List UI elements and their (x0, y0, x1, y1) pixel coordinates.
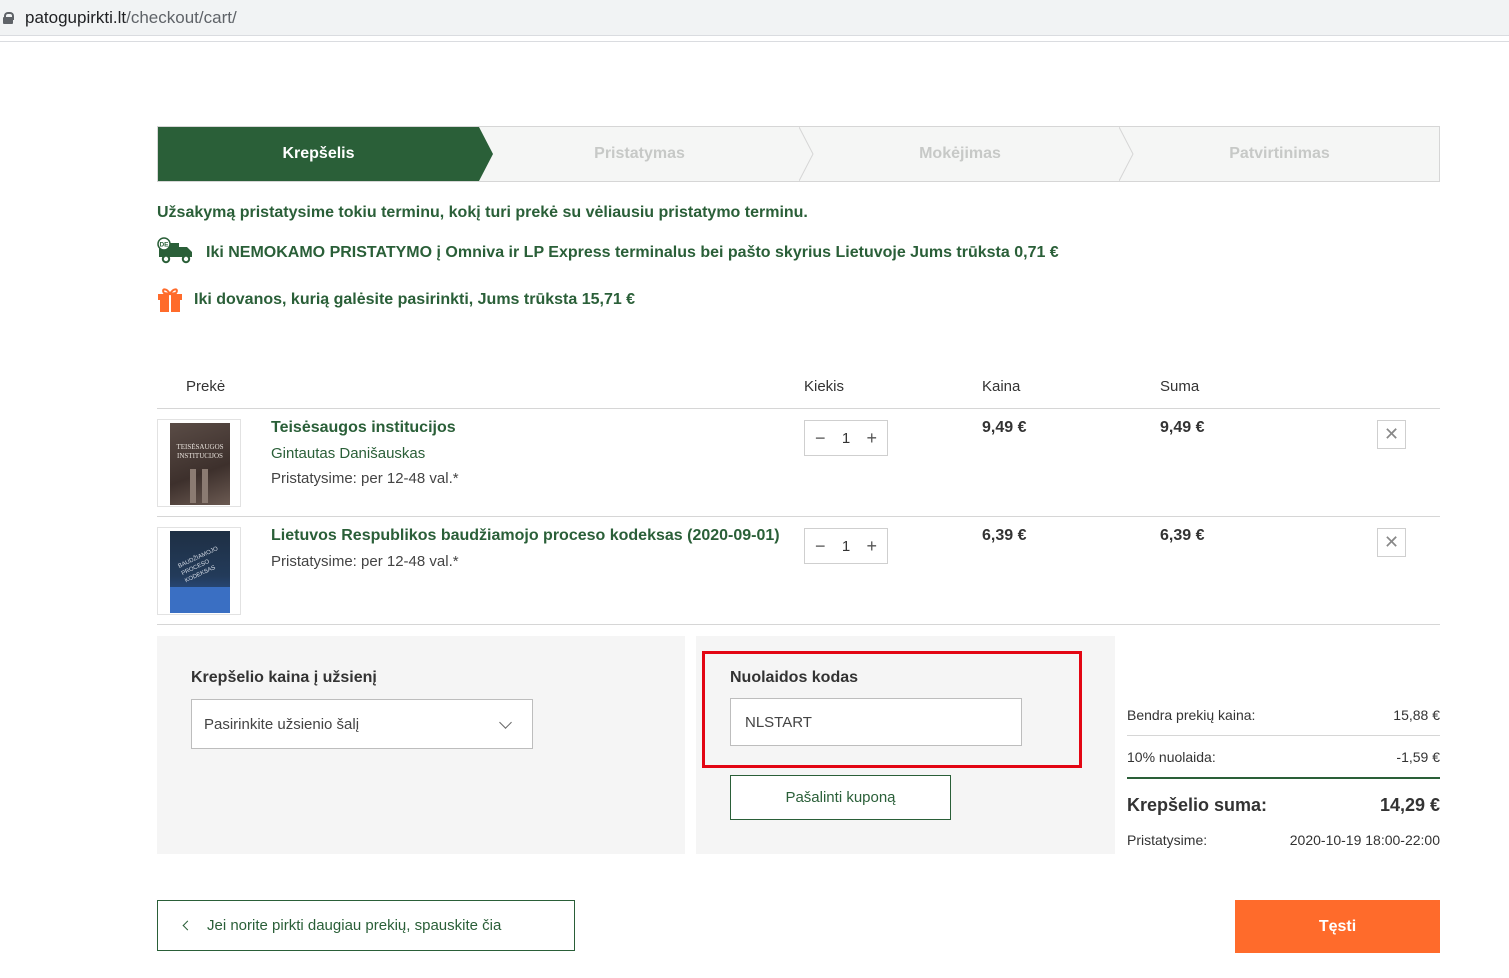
remove-item-button[interactable]: ✕ (1377, 528, 1406, 557)
discount-row-label: 10% nuolaida: (1127, 748, 1216, 765)
increase-quantity-button[interactable]: + (866, 428, 877, 449)
remove-coupon-button[interactable]: Pašalinti kuponą (730, 775, 951, 820)
summary-delivery-value: 2020-10-19 18:00-22:00 (1289, 832, 1440, 848)
continue-shopping-label: Jei norite pirkti daugiau prekių, spausk… (207, 917, 502, 934)
gift-promo: Iki dovanos, kurią galėsite pasirinkti, … (157, 285, 635, 313)
continue-shopping-button[interactable]: Jei norite pirkti daugiau prekių, spausk… (157, 900, 575, 951)
decrease-quantity-button[interactable]: − (815, 428, 826, 449)
unit-price: 6,39 € (982, 527, 1027, 544)
step-payment: Mokėjimas (919, 145, 1001, 162)
country-select[interactable]: Pasirinkite užsienio šalį (191, 699, 533, 749)
product-title[interactable]: Teisėsaugos institucijos (271, 419, 456, 437)
subtotal-value: 15,88 € (1393, 706, 1440, 723)
lock-icon (3, 12, 14, 24)
cover-pillar (202, 469, 208, 503)
cover-title: TEISĖSAUGOS INSTITUCIJOS (176, 443, 224, 460)
header-divider (0, 41, 1509, 42)
step-cart[interactable]: Krepšelis (158, 127, 493, 181)
quantity-stepper: − 1 + (804, 420, 888, 456)
url-host: patogupirkti.lt (25, 7, 127, 27)
unit-price: 9,49 € (982, 419, 1027, 436)
cover-stripe (170, 587, 230, 613)
header-qty: Kiekis (804, 378, 845, 395)
quantity-stepper: − 1 + (804, 528, 888, 564)
quantity-value[interactable]: 1 (842, 538, 850, 555)
product-title[interactable]: Lietuvos Respublikos baudžiamojo proceso… (271, 527, 780, 545)
increase-quantity-button[interactable]: + (866, 536, 877, 557)
discount-code-input[interactable] (730, 698, 1022, 746)
chevron-down-icon (499, 716, 512, 729)
product-delivery: Pristatysime: per 12-48 val.* (271, 470, 459, 487)
product-author[interactable]: Gintautas Danišauskas (271, 445, 425, 462)
total-label: Krepšelio suma: (1127, 794, 1268, 815)
free-delivery-promo: DE Iki NEMOKAMO PRISTATYMO į Omniva ir L… (157, 237, 1059, 265)
subtotal-label: Bendra prekių kaina: (1127, 706, 1256, 723)
subtotal-row: Bendra prekių kaina: 15,88 € (1127, 694, 1440, 736)
product-thumbnail[interactable]: BAUDŽIAMOJO PROCESO KODEKSAS (157, 527, 241, 615)
cover-pillar (190, 469, 196, 503)
gift-text: Iki dovanos, kurią galėsite pasirinkti, … (194, 291, 636, 308)
line-total: 6,39 € (1160, 527, 1205, 544)
quantity-value[interactable]: 1 (842, 430, 850, 447)
cart-row: TEISĖSAUGOS INSTITUCIJOS Teisėsaugos ins… (157, 409, 1440, 517)
delivery-notice: Užsakymą pristatysime tokiu terminu, kok… (157, 204, 808, 221)
line-total: 9,49 € (1160, 419, 1205, 436)
remove-item-button[interactable]: ✕ (1377, 420, 1406, 449)
product-thumbnail[interactable]: TEISĖSAUGOS INSTITUCIJOS (157, 419, 241, 507)
close-icon: ✕ (1383, 532, 1400, 552)
checkout-steps: Krepšelis Pristatymas Mokėjimas Patvirti… (157, 126, 1440, 182)
truck-badge-text: DE (159, 242, 169, 249)
free-delivery-text: Iki NEMOKAMO PRISTATYMO į Omniva ir LP E… (206, 244, 1059, 261)
step-confirmation: Patvirtinimas (1229, 145, 1330, 162)
foreign-price-panel: Krepšelio kaina į užsienį Pasirinkite už… (157, 636, 685, 854)
header-item: Prekė (186, 378, 226, 395)
discount-row: 10% nuolaida: -1,59 € (1127, 736, 1440, 779)
gift-icon (158, 288, 182, 312)
step-delivery: Pristatymas (594, 145, 685, 162)
cover-title: BAUDŽIAMOJO PROCESO KODEKSAS (177, 546, 220, 585)
summary-delivery-label: Pristatysime: (1127, 832, 1208, 848)
cart-row: BAUDŽIAMOJO PROCESO KODEKSAS Lietuvos Re… (157, 517, 1440, 625)
close-icon: ✕ (1383, 424, 1400, 444)
product-delivery: Pristatysime: per 12-48 val.* (271, 553, 459, 570)
continue-button[interactable]: Tęsti (1235, 900, 1440, 953)
delivery-truck-icon: DE (157, 237, 192, 264)
decrease-quantity-button[interactable]: − (815, 536, 826, 557)
foreign-price-label: Krepšelio kaina į užsienį (191, 669, 377, 686)
total-row: Krepšelio suma: 14,29 € (1127, 779, 1440, 831)
order-summary: Bendra prekių kaina: 15,88 € 10% nuolaid… (1127, 694, 1440, 849)
header-price: Kaina (982, 378, 1021, 395)
browser-address-bar[interactable]: patogupirkti.lt/checkout/cart/ (0, 0, 1509, 36)
book-cover-image: TEISĖSAUGOS INSTITUCIJOS (170, 423, 230, 505)
country-select-value: Pasirinkite užsienio šalį (204, 715, 360, 733)
url-path: /checkout/cart/ (126, 7, 237, 27)
url-text[interactable]: patogupirkti.lt/checkout/cart/ (25, 8, 237, 28)
total-value: 14,29 € (1379, 794, 1440, 815)
summary-delivery-row: Pristatysime: 2020-10-19 18:00-22:00 (1127, 831, 1440, 849)
cart-table-header: Prekė Kiekis Kaina Suma (157, 378, 1440, 409)
discount-row-value: -1,59 € (1396, 748, 1440, 765)
header-sum: Suma (1160, 378, 1200, 395)
chevron-left-icon (182, 920, 193, 931)
book-cover-image: BAUDŽIAMOJO PROCESO KODEKSAS (170, 531, 230, 613)
